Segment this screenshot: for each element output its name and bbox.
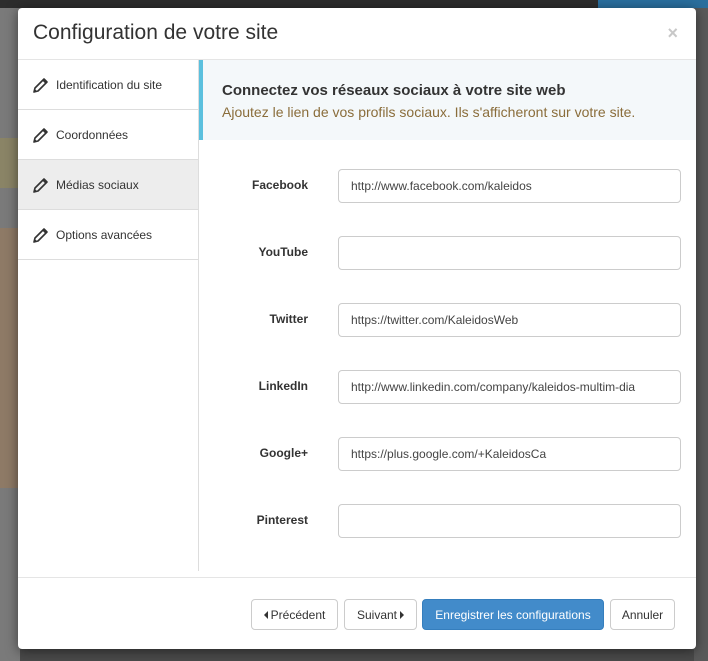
pinterest-input[interactable] [338,504,681,538]
sidebar-item-label: Options avancées [56,228,153,242]
youtube-label: YouTube [258,245,308,259]
pencil-icon [33,128,48,143]
twitter-label: Twitter [269,312,308,326]
pencil-icon [33,78,48,93]
info-callout: Connectez vos réseaux sociaux à votre si… [199,60,696,140]
twitter-input[interactable] [338,303,681,337]
cancel-button[interactable]: Annuler [610,599,675,630]
facebook-input[interactable] [338,169,681,203]
sidebar-item-label: Médias sociaux [56,178,139,192]
linkedin-input[interactable] [338,370,681,404]
sidebar-item-options-avancees[interactable]: Options avancées [18,210,198,260]
sidebar-item-coordonnees[interactable]: Coordonnées [18,110,198,160]
pencil-icon [33,228,48,243]
form-row-youtube: YouTube [199,236,696,272]
googleplus-input[interactable] [338,437,681,471]
form-row-facebook: Facebook [199,169,696,205]
sidebar-item-medias-sociaux[interactable]: Médias sociaux [18,160,198,210]
next-button[interactable]: Suivant [344,599,417,630]
background-left [0,8,20,661]
modal-header: Configuration de votre site × [18,8,696,60]
configuration-modal: Configuration de votre site × Identifica… [18,8,696,649]
background-top-bar [0,0,708,8]
form-row-twitter: Twitter [199,303,696,339]
modal-footer: Précédent Suivant Enregistrer les config… [18,577,696,649]
background-strip [0,138,20,188]
previous-button[interactable]: Précédent [251,599,338,630]
sidebar-item-label: Identification du site [56,78,163,92]
youtube-input[interactable] [338,236,681,270]
background-accent [598,0,708,8]
caret-left-icon [263,610,268,619]
sidebar-item-label: Coordonnées [56,128,129,142]
facebook-label: Facebook [251,178,308,192]
next-button-label: Suivant [356,607,398,622]
linkedin-label: LinkedIn [258,379,308,393]
callout-subtitle: Ajoutez le lien de vos profils sociaux. … [222,104,636,120]
form-row-pinterest: Pinterest [199,504,696,540]
sidebar: Identification du site Coordonnées Média… [18,60,199,571]
form-row-linkedin: LinkedIn [199,370,696,406]
pinterest-label: Pinterest [256,513,308,527]
googleplus-label: Google+ [259,446,308,460]
modal-title: Configuration de votre site [33,21,279,44]
callout-title: Connectez vos réseaux sociaux à votre si… [222,82,566,99]
close-icon[interactable]: × [667,23,678,44]
save-configuration-button[interactable]: Enregistrer les configurations [422,599,604,630]
content-panel: Connectez vos réseaux sociaux à votre si… [199,60,696,571]
caret-right-icon [400,610,405,619]
previous-button-label: Précédent [270,607,326,622]
sidebar-item-identification[interactable]: Identification du site [18,60,198,110]
form-row-googleplus: Google+ [199,437,696,473]
background-right [694,8,708,661]
pencil-icon [33,178,48,193]
background-strip [0,228,20,488]
